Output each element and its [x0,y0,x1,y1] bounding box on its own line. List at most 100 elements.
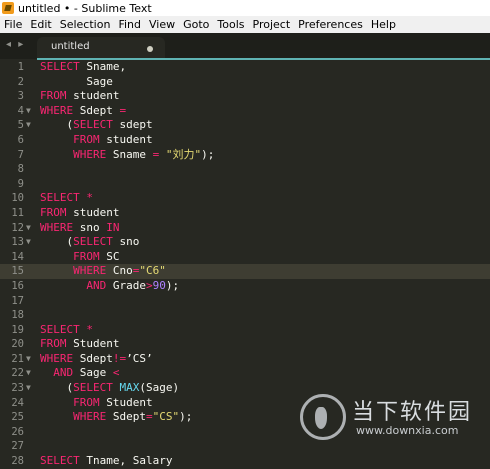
code-line[interactable]: 11 FROM student [0,206,490,221]
code-token: * [86,322,93,336]
fold-arrow-icon[interactable]: ▼ [26,366,31,381]
fold-arrow-icon[interactable]: ▼ [26,352,31,367]
code-line[interactable]: 12 ▼ WHERE sno IN [0,221,490,236]
code-token: > [145,278,153,292]
code-line[interactable]: 13 ▼ (SELECT sno [0,235,490,250]
code-token: Student [66,337,120,351]
code-token: MAX [119,381,140,395]
code-line[interactable]: 28 SELECT Tname, Salary [0,454,490,469]
watermark: 当下软件园 www.downxia.com [300,388,490,448]
code-token: ); [165,278,180,292]
code-token: AND [86,278,107,292]
code-line[interactable]: 15 WHERE Cno="C6" [0,264,490,279]
code-line[interactable]: 3 FROM student [0,89,490,104]
code-line[interactable]: 17 [0,294,490,309]
fold-arrow-icon[interactable]: ▼ [26,235,31,250]
watermark-logo-icon [300,394,346,440]
code-token: FROM [40,337,67,351]
menu-item-preferences[interactable]: Preferences [294,16,367,33]
code-token: SC [99,249,120,263]
code-text: FROM SC [40,249,120,265]
code-line[interactable]: 10 SELECT * [0,191,490,206]
code-line[interactable]: 16 AND Grade>90); [0,279,490,294]
menu-item-view[interactable]: View [145,16,179,33]
fold-arrow-icon[interactable]: ▼ [26,118,31,133]
line-number: 19 [11,323,24,336]
menu-item-help[interactable]: Help [367,16,400,33]
code-text: FROM Student [40,396,152,411]
code-text: (SELECT sno [40,235,139,250]
line-number: 12 [11,221,24,234]
code-line[interactable]: 19 SELECT * [0,323,490,338]
code-token: ); [201,147,215,161]
tab-untitled[interactable]: untitled [37,37,165,59]
code-token: FROM [73,249,100,263]
line-number: 14 [11,250,24,263]
line-number: 5 [17,119,24,132]
code-line[interactable]: 20 FROM Student [0,337,490,352]
fold-arrow-icon[interactable]: ▼ [26,381,31,396]
code-line[interactable]: 9 [0,177,490,192]
sublime-logo-icon [2,2,14,14]
code-text: WHERE sno IN [40,221,120,236]
line-number: 3 [17,90,24,103]
code-line[interactable]: 1 SELECT Sname, [0,60,490,75]
line-number: 23 [11,382,24,395]
line-number: 11 [11,206,24,219]
menu-item-project[interactable]: Project [249,16,295,33]
code-token: Cno [106,264,133,278]
menu-item-selection[interactable]: Selection [56,16,115,33]
code-token: SELECT [73,235,113,249]
code-token: SELECT [73,118,113,132]
code-line[interactable]: 6 FROM student [0,133,490,148]
menu-item-tools[interactable]: Tools [213,16,248,33]
code-token: student [66,89,120,103]
code-token: "C6" [139,264,166,278]
code-text: WHERE Sdept="CS"); [40,410,192,425]
menu-item-edit[interactable]: Edit [26,16,55,33]
code-token: Tname, Salary [79,454,173,468]
code-text: FROM Student [40,337,119,352]
line-number: 13 [11,236,24,249]
code-token: "刘力" [165,147,202,161]
code-text: Sage [40,75,113,90]
code-line[interactable]: 21 ▼ WHERE Sdept!=’CS’ [0,352,490,367]
code-token: AND [53,366,74,380]
code-token: sno [112,235,140,249]
code-token: FROM [40,205,67,219]
code-text: WHERE Cno="C6" [40,264,166,279]
code-text: (SELECT sdept [40,118,152,133]
menu-item-goto[interactable]: Goto [179,16,213,33]
fold-arrow-icon[interactable]: ▼ [26,221,31,236]
code-line[interactable]: 2 Sage [0,75,490,90]
code-line[interactable]: 7 WHERE Sname = "刘力"); [0,148,490,163]
code-token: Sage [40,74,113,88]
code-token: ( [40,118,74,132]
code-token: "CS" [152,410,180,424]
watermark-url: www.downxia.com [356,424,459,437]
code-line[interactable]: 22 ▼ AND Sage < [0,366,490,381]
code-line[interactable]: 4 ▼ WHERE Sdept = [0,104,490,119]
code-text: AND Grade>90); [40,279,179,294]
fold-arrow-icon[interactable]: ▼ [26,104,31,119]
code-text: WHERE Sdept!=’CS’ [40,352,153,367]
code-token: Sdept [73,351,113,365]
code-line[interactable]: 18 [0,308,490,323]
menu-item-find[interactable]: Find [114,16,145,33]
code-line[interactable]: 5 ▼ (SELECT sdept [0,118,490,133]
code-token: Sdept [106,410,146,424]
tab-nav-arrows-icon[interactable]: ◂ ▸ [6,39,25,50]
unsaved-dot-icon[interactable] [147,46,153,52]
code-text: WHERE Sname = "刘力"); [40,148,214,163]
code-line[interactable]: 14 FROM SC [0,250,490,265]
code-line[interactable]: 8 [0,162,490,177]
line-number: 26 [11,425,24,438]
menu-item-file[interactable]: File [0,16,26,33]
code-token: SELECT [40,191,80,205]
code-token: Grade [106,278,146,292]
